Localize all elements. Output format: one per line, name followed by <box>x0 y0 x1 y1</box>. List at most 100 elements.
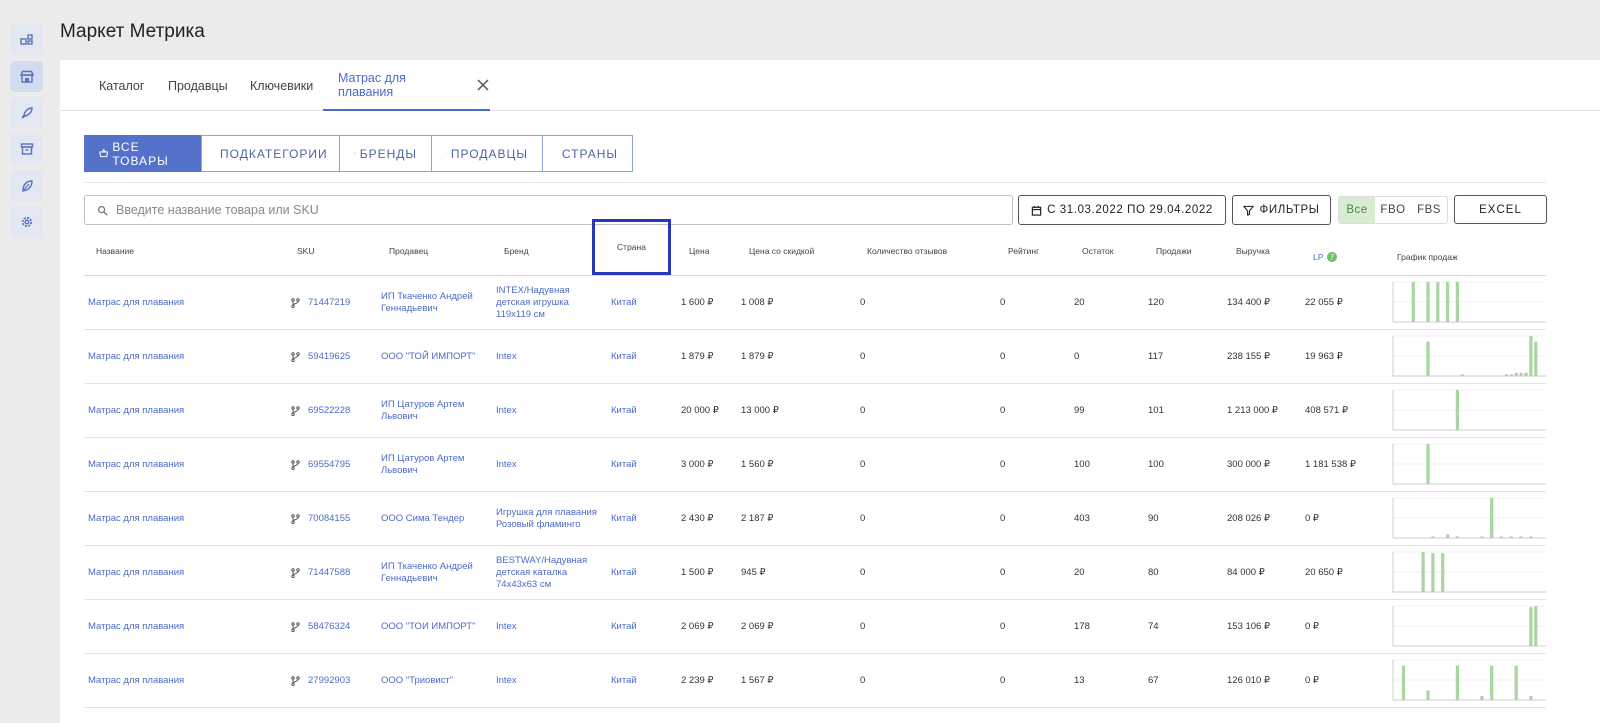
sku-link[interactable]: 59419625 <box>308 351 350 363</box>
product-name-link[interactable]: Матрас для плавания <box>88 546 278 599</box>
sku-link[interactable]: 71447588 <box>308 567 350 579</box>
fulfillment-all-option[interactable]: Все <box>1339 197 1375 223</box>
product-name-link[interactable]: Матрас для плавания <box>88 654 278 707</box>
brand-link[interactable]: INTEX/Надувная детская игрушка 119x119 с… <box>496 276 601 329</box>
view-all-products-button[interactable]: ВСЕ ТОВАРЫ <box>84 135 202 172</box>
help-icon[interactable]: ? <box>1327 251 1338 262</box>
seller-link[interactable]: ООО Сима Тендер <box>381 492 486 545</box>
column-header-stock[interactable]: Остаток <box>1082 225 1113 276</box>
country-link[interactable]: Китай <box>611 384 671 437</box>
product-name-link[interactable]: Матрас для плавания <box>88 276 278 329</box>
sidebar-item-leaf[interactable] <box>10 170 43 201</box>
seller-link[interactable]: ООО "Триовист" <box>381 654 486 707</box>
table-row[interactable]: Матрас для плавания 69522228 ИП Цатуров Ар… <box>84 384 1546 438</box>
sku-link[interactable]: 27992903 <box>308 675 350 687</box>
fulfillment-fbo-option[interactable]: FBO <box>1375 197 1411 223</box>
brand-link[interactable]: Intex <box>496 384 601 437</box>
country-link[interactable]: Китай <box>611 492 671 545</box>
column-header-sales[interactable]: Продажи <box>1156 225 1192 276</box>
column-header-price[interactable]: Цена <box>689 225 709 276</box>
column-header-revenue[interactable]: Выручка <box>1236 225 1270 276</box>
sparkline-bar <box>1529 336 1533 376</box>
close-icon[interactable] <box>476 78 490 92</box>
tab-keywords[interactable]: Ключевики <box>250 60 313 111</box>
table-row[interactable]: Матрас для плавания 58476324 ООО "ТОИ ИМПО… <box>84 600 1546 654</box>
excel-export-button[interactable]: EXCEL <box>1454 195 1547 224</box>
seller-link[interactable]: ИП Ткаченко Андрей Геннадьевич <box>381 276 486 329</box>
country-link[interactable]: Китай <box>611 654 671 707</box>
sku-cell[interactable]: 69554795 <box>290 438 375 491</box>
brand-link[interactable]: Intex <box>496 438 601 491</box>
column-header-lp[interactable]: LP ? <box>1313 231 1338 282</box>
sku-link[interactable]: 71447219 <box>308 297 350 309</box>
sidebar-item-dashboard[interactable] <box>10 24 43 55</box>
brand-link[interactable]: Intex <box>496 600 601 653</box>
table-row[interactable]: Матрас для плавания 70084155 ООО Сима Тенд… <box>84 492 1546 546</box>
table-row[interactable]: Матрас для плавания 71447588 ИП Ткаченко А… <box>84 546 1546 600</box>
seller-link[interactable]: ИП Ткаченко Андрей Геннадьевич <box>381 546 486 599</box>
search-input[interactable] <box>116 203 996 217</box>
sku-cell[interactable]: 27992903 <box>290 654 375 707</box>
brand-link[interactable]: Игрушка для плавания Розовый фламинго <box>496 492 601 545</box>
seller-link[interactable]: ООО "ТОЙ ИМПОРТ" <box>381 330 486 383</box>
sparkline-bar <box>1441 553 1445 592</box>
rocket-icon <box>20 106 33 119</box>
seller-link[interactable]: ООО "ТОИ ИМПОРТ" <box>381 600 486 653</box>
sidebar-item-store[interactable] <box>10 61 43 92</box>
product-name-link[interactable]: Матрас для плавания <box>88 438 278 491</box>
sidebar-item-settings[interactable] <box>10 206 43 237</box>
sku-cell[interactable]: 58476324 <box>290 600 375 653</box>
stock-value: 403 <box>1074 512 1090 524</box>
view-brands-button[interactable]: БРЕНДЫ <box>339 135 432 172</box>
brand-link[interactable]: Intex <box>496 654 601 707</box>
sku-link[interactable]: 58476324 <box>308 621 350 633</box>
country-link[interactable]: Китай <box>611 600 671 653</box>
sparkline-bar <box>1426 341 1430 376</box>
product-name-link[interactable]: Матрас для плавания <box>88 330 278 383</box>
sku-cell[interactable]: 70084155 <box>290 492 375 545</box>
sku-cell[interactable]: 71447588 <box>290 546 375 599</box>
column-header-sku[interactable]: SKU <box>297 225 314 276</box>
sidebar-item-archive[interactable] <box>10 133 43 164</box>
date-range-button[interactable]: С 31.03.2022 ПО 29.04.2022 <box>1018 195 1226 225</box>
tab-product[interactable]: Матрас для плавания <box>323 60 490 111</box>
sku-cell[interactable]: 71447219 <box>290 276 375 329</box>
sidebar-item-rocket[interactable] <box>10 97 43 128</box>
filters-button[interactable]: ФИЛЬТРЫ <box>1232 195 1331 225</box>
search-box[interactable] <box>84 195 1013 225</box>
sku-link[interactable]: 69522228 <box>308 405 350 417</box>
column-header-rating[interactable]: Рейтинг <box>1008 225 1039 276</box>
column-header-discount-price[interactable]: Цена со скидкой <box>749 225 814 276</box>
country-link[interactable]: Китай <box>611 438 671 491</box>
table-row[interactable]: Матрас для плавания 71447219 ИП Ткаченко А… <box>84 276 1546 330</box>
product-name-link[interactable]: Матрас для плавания <box>88 384 278 437</box>
column-header-reviews[interactable]: Количество отзывов <box>867 225 947 276</box>
column-header-country[interactable]: Страна <box>592 219 671 275</box>
view-countries-button[interactable]: СТРАНЫ <box>542 135 633 172</box>
product-name-link[interactable]: Матрас для плавания <box>88 492 278 545</box>
country-link[interactable]: Китай <box>611 276 671 329</box>
fulfillment-fbs-option[interactable]: FBS <box>1411 197 1447 223</box>
tab-sellers[interactable]: Продавцы <box>168 60 228 111</box>
tab-catalog[interactable]: Каталог <box>99 60 144 111</box>
seller-link[interactable]: ИП Цатуров Артем Львович <box>381 384 486 437</box>
view-sellers-button[interactable]: ПРОДАВЦЫ <box>431 135 543 172</box>
column-header-brand[interactable]: Бренд <box>504 225 529 276</box>
view-subcategories-button[interactable]: ПОДКАТЕГОРИИ <box>201 135 340 172</box>
sku-link[interactable]: 70084155 <box>308 513 350 525</box>
sku-cell[interactable]: 69522228 <box>290 384 375 437</box>
brand-link[interactable]: Intex <box>496 330 601 383</box>
table-row[interactable]: Матрас для плавания 27992903 ООО "Триовист… <box>84 654 1546 708</box>
sku-cell[interactable]: 59419625 <box>290 330 375 383</box>
country-link[interactable]: Китай <box>611 330 671 383</box>
column-header-seller[interactable]: Продавец <box>389 225 428 276</box>
product-name-link[interactable]: Матрас для плавания <box>88 600 278 653</box>
brand-link[interactable]: BESTWAY/Надувная детская каталка 74x43x6… <box>496 546 601 599</box>
table-row[interactable]: Матрас для плавания 59419625 ООО "ТОЙ ИМПО… <box>84 330 1546 384</box>
column-header-name[interactable]: Название <box>96 225 134 276</box>
sku-link[interactable]: 69554795 <box>308 459 350 471</box>
table-row[interactable]: Матрас для плавания 69554795 ИП Цатуров Ар… <box>84 438 1546 492</box>
revenue-value: 134 400 ₽ <box>1227 296 1271 308</box>
country-link[interactable]: Китай <box>611 546 671 599</box>
seller-link[interactable]: ИП Цатуров Артем Львович <box>381 438 486 491</box>
